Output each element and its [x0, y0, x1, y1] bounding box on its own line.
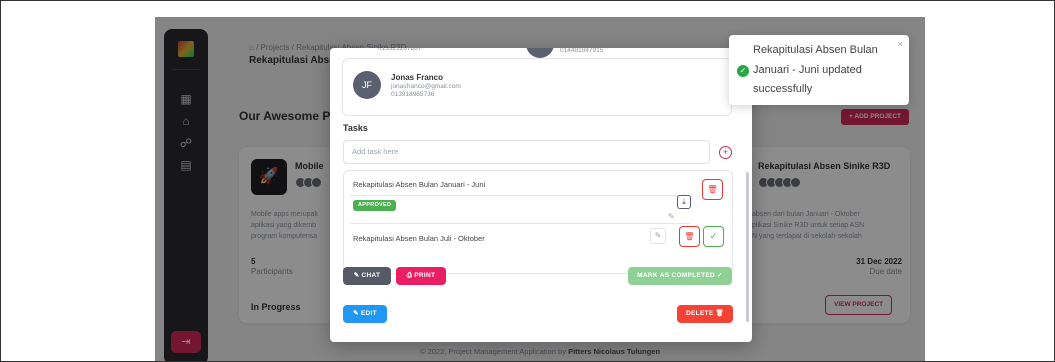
approved-badge: APPROVED — [353, 200, 397, 211]
close-icon[interactable]: × — [898, 39, 903, 49]
contact-name: Jonas Franco — [391, 73, 444, 82]
project-detail-modal: 013321267867 014481047915 JF Jonas Franc… — [330, 48, 752, 342]
contact-phone: 013321267867 — [378, 48, 422, 52]
avatar: JF — [353, 71, 381, 99]
edit-icon[interactable]: ✎ — [668, 212, 678, 222]
task-list: Rekapitulasi Absen Bulan Januari - Juni … — [343, 170, 733, 274]
toast-message: Januari - Juni updated — [753, 64, 862, 76]
contact-phone: 014481047915 — [560, 48, 604, 54]
divider — [350, 223, 690, 224]
print-button[interactable]: ⎙ PRINT — [396, 267, 446, 285]
toast-message: Rekapitulasi Absen Bulan — [753, 44, 878, 56]
add-task-button[interactable]: + — [719, 146, 732, 159]
contact-card: JF Jonas Franco jonasfranco@gmail.com 01… — [342, 58, 732, 116]
divider — [350, 195, 690, 196]
delete-task-button[interactable]: 🗑 — [679, 226, 700, 247]
check-circle-icon: ✓ — [737, 65, 749, 77]
avatar — [526, 48, 554, 58]
task-item-label: Rekapitulasi Absen Bulan Juli - Oktober — [353, 234, 485, 243]
trash-icon: 🗑 — [684, 232, 695, 241]
contact-phone: 013918965736 — [391, 91, 435, 98]
screenshot-frame: ▦ ⌂ ☍ ▤ ⇥ ⌂ / Projects / Rekapitulasi Ab… — [0, 0, 1055, 362]
download-button[interactable]: ⤓ — [677, 195, 691, 209]
mark-as-completed-button[interactable]: MARK AS COMPLETED ✓ — [628, 267, 732, 285]
edit-icon: ✎ — [654, 231, 662, 240]
check-icon: ✓ — [709, 231, 718, 241]
delete-task-button[interactable]: 🗑 — [702, 179, 723, 200]
chat-button[interactable]: ✎ CHAT — [343, 267, 391, 285]
approve-task-button[interactable]: ✓ — [703, 226, 724, 247]
edit-button[interactable]: ✎ EDIT — [343, 305, 387, 323]
success-toast: × Rekapitulasi Absen Bulan ✓ Januari - J… — [729, 35, 909, 105]
trash-icon: 🗑 — [707, 185, 718, 194]
task-item-label: Rekapitulasi Absen Bulan Januari - Juni — [353, 180, 486, 189]
tasks-heading: Tasks — [343, 123, 368, 133]
edit-task-button[interactable]: ✎ — [650, 228, 666, 244]
contact-email: jonasfranco@gmail.com — [391, 83, 461, 90]
toast-message: successfully — [753, 83, 813, 95]
delete-button[interactable]: DELETE 🗑 — [677, 305, 733, 323]
download-icon: ⤓ — [682, 197, 686, 206]
modal-scrollbar[interactable] — [746, 172, 749, 322]
add-task-input[interactable]: Add task here — [343, 140, 710, 164]
